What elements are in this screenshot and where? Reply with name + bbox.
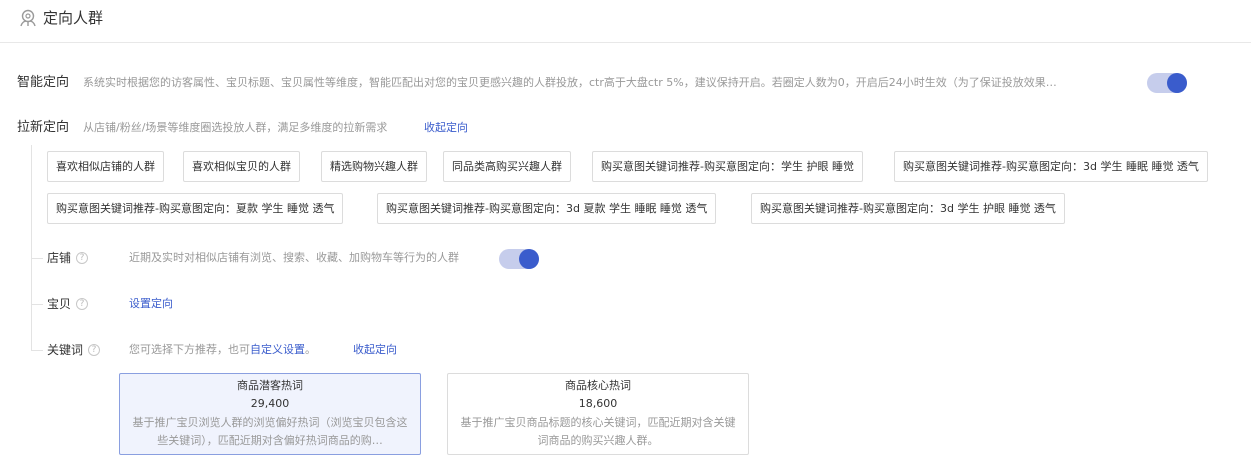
section-header: 定向人群 bbox=[0, 0, 1251, 43]
smart-targeting-toggle[interactable] bbox=[1147, 73, 1187, 93]
crowd-tag[interactable]: 购买意图关键词推荐-购买意图定向：3d 夏款 学生 睡眠 睡觉 透气 bbox=[377, 193, 717, 224]
keyword-description: 您可选择下方推荐，也可自定义设置。 bbox=[129, 341, 316, 359]
crowd-tag[interactable]: 精选购物兴趣人群 bbox=[321, 151, 427, 182]
page-title: 定向人群 bbox=[43, 9, 104, 27]
keyword-desc-suffix: 。 bbox=[305, 343, 316, 356]
item-label-text: 宝贝 bbox=[47, 297, 72, 311]
crowd-tag[interactable]: 喜欢相似店铺的人群 bbox=[47, 151, 164, 182]
card-count: 18,600 bbox=[578, 397, 618, 410]
smart-targeting-description: 系统实时根据您的访客属性、宝贝标题、宝贝属性等维度，智能匹配出对您的宝贝更感兴趣… bbox=[83, 76, 1057, 89]
shop-label: 店铺? bbox=[47, 249, 89, 267]
custom-settings-link[interactable]: 自定义设置 bbox=[250, 343, 305, 356]
help-icon[interactable]: ? bbox=[88, 343, 101, 356]
toggle-knob bbox=[519, 249, 539, 269]
shop-label-text: 店铺 bbox=[47, 251, 72, 265]
help-icon[interactable]: ? bbox=[76, 297, 89, 310]
crowd-tag[interactable]: 同品类高购买兴趣人群 bbox=[443, 151, 571, 182]
smart-targeting-label: 智能定向 bbox=[17, 75, 70, 90]
keyword-desc-prefix: 您可选择下方推荐，也可 bbox=[129, 343, 250, 356]
crowd-tag[interactable]: 购买意图关键词推荐-购买意图定向：3d 学生 睡眠 睡觉 透气 bbox=[894, 151, 1208, 182]
crowd-tag[interactable]: 购买意图关键词推荐-购买意图定向：夏款 学生 睡觉 透气 bbox=[47, 193, 344, 224]
shop-toggle[interactable] bbox=[499, 249, 539, 269]
card-description: 基于推广宝贝浏览人群的浏览偏好热词（浏览宝贝包含这些关键词），匹配近期对含偏好热… bbox=[132, 416, 408, 447]
smart-targeting-row: 智能定向 系统实时根据您的访客属性、宝贝标题、宝贝属性等维度，智能匹配出对您的宝… bbox=[17, 73, 1237, 93]
card-description: 基于推广宝贝商品标题的核心关键词，匹配近期对含关键词商品的购买兴趣人群。 bbox=[460, 416, 736, 447]
help-icon[interactable]: ? bbox=[76, 251, 89, 264]
keyword-label-text: 关键词 bbox=[47, 343, 84, 357]
keyword-collapse-link[interactable]: 收起定向 bbox=[353, 341, 397, 359]
tree-branch bbox=[31, 258, 43, 259]
tree-connector bbox=[31, 145, 32, 350]
crowd-tag[interactable]: 购买意图关键词推荐-购买意图定向：学生 护眼 睡觉 bbox=[592, 151, 863, 182]
item-set-targeting-link[interactable]: 设置定向 bbox=[129, 295, 173, 313]
keyword-card-core[interactable]: 商品核心热词 18,600 基于推广宝贝商品标题的核心关键词，匹配近期对含关键词… bbox=[447, 373, 749, 455]
crowd-tag[interactable]: 喜欢相似宝贝的人群 bbox=[183, 151, 300, 182]
toggle-knob bbox=[1167, 73, 1187, 93]
item-label: 宝贝? bbox=[47, 295, 89, 313]
crowd-icon bbox=[18, 8, 38, 28]
tree-branch bbox=[31, 350, 43, 351]
card-count: 29,400 bbox=[250, 397, 290, 410]
crowd-tag[interactable]: 购买意图关键词推荐-购买意图定向：3d 学生 护眼 睡觉 透气 bbox=[751, 193, 1065, 224]
card-title: 商品核心热词 bbox=[565, 379, 631, 392]
shop-description: 近期及实时对相似店铺有浏览、搜索、收藏、加购物车等行为的人群 bbox=[129, 251, 459, 264]
keyword-card-potential[interactable]: 商品潜客热词 29,400 基于推广宝贝浏览人群的浏览偏好热词（浏览宝贝包含这些… bbox=[119, 373, 421, 455]
laxin-targeting-label: 拉新定向 bbox=[17, 120, 70, 135]
tree-branch bbox=[31, 304, 43, 305]
keyword-label: 关键词? bbox=[47, 341, 101, 359]
laxin-collapse-link[interactable]: 收起定向 bbox=[424, 119, 468, 137]
laxin-targeting-description: 从店铺/粉丝/场景等维度圈选投放人群，满足多维度的拉新需求 bbox=[83, 121, 388, 134]
card-title: 商品潜客热词 bbox=[237, 379, 303, 392]
laxin-targeting-row: 拉新定向 从店铺/粉丝/场景等维度圈选投放人群，满足多维度的拉新需求 收起定向 bbox=[17, 118, 917, 138]
